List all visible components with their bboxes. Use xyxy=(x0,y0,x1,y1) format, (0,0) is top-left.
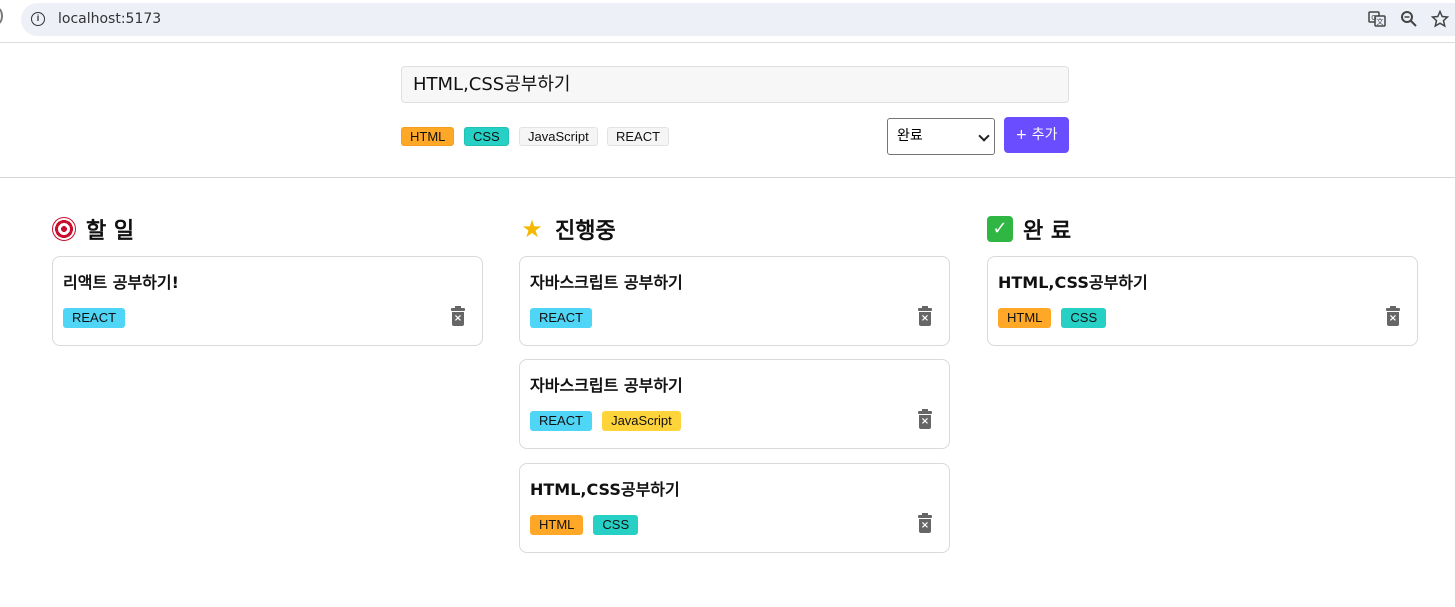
url-text[interactable]: localhost:5173 xyxy=(58,11,161,27)
tag-css: CSS xyxy=(1061,308,1107,328)
task-card[interactable]: 리액트 공부하기! REACT × xyxy=(52,256,483,346)
info-icon[interactable]: i xyxy=(31,12,45,26)
browser-toolbar: i localhost:5173 文G xyxy=(0,0,1455,43)
tag-button-react[interactable]: REACT xyxy=(607,127,670,146)
delete-icon[interactable]: × xyxy=(918,513,932,533)
column-title-done: ✓ 완 료 xyxy=(987,213,1071,245)
translate-icon[interactable]: 文G xyxy=(1367,10,1387,30)
task-card[interactable]: 자바스크립트 공부하기 REACT × xyxy=(519,256,950,346)
bookmark-star-icon[interactable] xyxy=(1430,9,1450,30)
tag-button-css[interactable]: CSS xyxy=(464,127,509,146)
zoom-icon[interactable] xyxy=(1399,10,1419,30)
task-card[interactable]: 자바스크립트 공부하기 REACT JavaScript × xyxy=(519,359,950,449)
tag-react: REACT xyxy=(530,308,593,328)
task-card-tags: HTML CSS xyxy=(530,515,639,535)
add-task-button[interactable]: + 추가 xyxy=(1004,117,1069,153)
delete-icon[interactable]: × xyxy=(451,306,465,326)
column-title-text: 진행중 xyxy=(555,219,616,244)
tag-javascript: JavaScript xyxy=(602,411,681,431)
tag-html: HTML xyxy=(530,515,584,535)
delete-icon[interactable]: × xyxy=(918,409,932,429)
task-title-input[interactable]: HTML,CSS공부하기 xyxy=(401,66,1069,103)
status-select-value: 완료 xyxy=(897,128,923,144)
task-form: HTML,CSS공부하기 HTML CSS JavaScript REACT 완… xyxy=(0,43,1455,178)
svg-text:G: G xyxy=(1371,15,1376,22)
task-card-title: 자바스크립트 공부하기 xyxy=(530,376,683,395)
address-bar[interactable]: i localhost:5173 文G xyxy=(21,3,1455,36)
tag-button-html[interactable]: HTML xyxy=(401,127,455,146)
svg-text:文: 文 xyxy=(1377,17,1384,26)
task-card-title: 자바스크립트 공부하기 xyxy=(530,273,683,292)
task-card[interactable]: HTML,CSS공부하기 HTML CSS × xyxy=(987,256,1418,346)
reload-icon[interactable] xyxy=(0,8,3,24)
glowing-star-icon: ★ xyxy=(521,215,543,243)
tag-react: REACT xyxy=(530,411,593,431)
task-card-title: 리액트 공부하기! xyxy=(63,273,179,292)
status-select[interactable]: 완료 xyxy=(887,118,995,155)
tag-css: CSS xyxy=(593,515,639,535)
delete-icon[interactable]: × xyxy=(1386,306,1400,326)
chevron-down-icon xyxy=(978,130,990,142)
column-title-todo: 할 일 xyxy=(52,213,134,245)
check-mark-icon: ✓ xyxy=(987,216,1013,242)
task-card-tags: REACT JavaScript xyxy=(530,411,681,431)
task-card-title: HTML,CSS공부하기 xyxy=(998,273,1148,292)
tag-react: REACT xyxy=(63,308,126,328)
task-card-tags: HTML CSS xyxy=(998,308,1107,328)
column-title-text: 완 료 xyxy=(1023,219,1072,244)
delete-icon[interactable]: × xyxy=(918,306,932,326)
task-card-title: HTML,CSS공부하기 xyxy=(530,480,680,499)
tag-button-javascript[interactable]: JavaScript xyxy=(519,127,598,146)
column-title-doing: ★ 진행중 xyxy=(519,213,616,245)
column-title-text: 할 일 xyxy=(86,219,135,244)
task-card-tags: REACT xyxy=(530,308,593,328)
target-icon xyxy=(52,217,76,241)
tag-html: HTML xyxy=(998,308,1052,328)
task-card-tags: REACT xyxy=(63,308,126,328)
task-card[interactable]: HTML,CSS공부하기 HTML CSS × xyxy=(519,463,950,553)
